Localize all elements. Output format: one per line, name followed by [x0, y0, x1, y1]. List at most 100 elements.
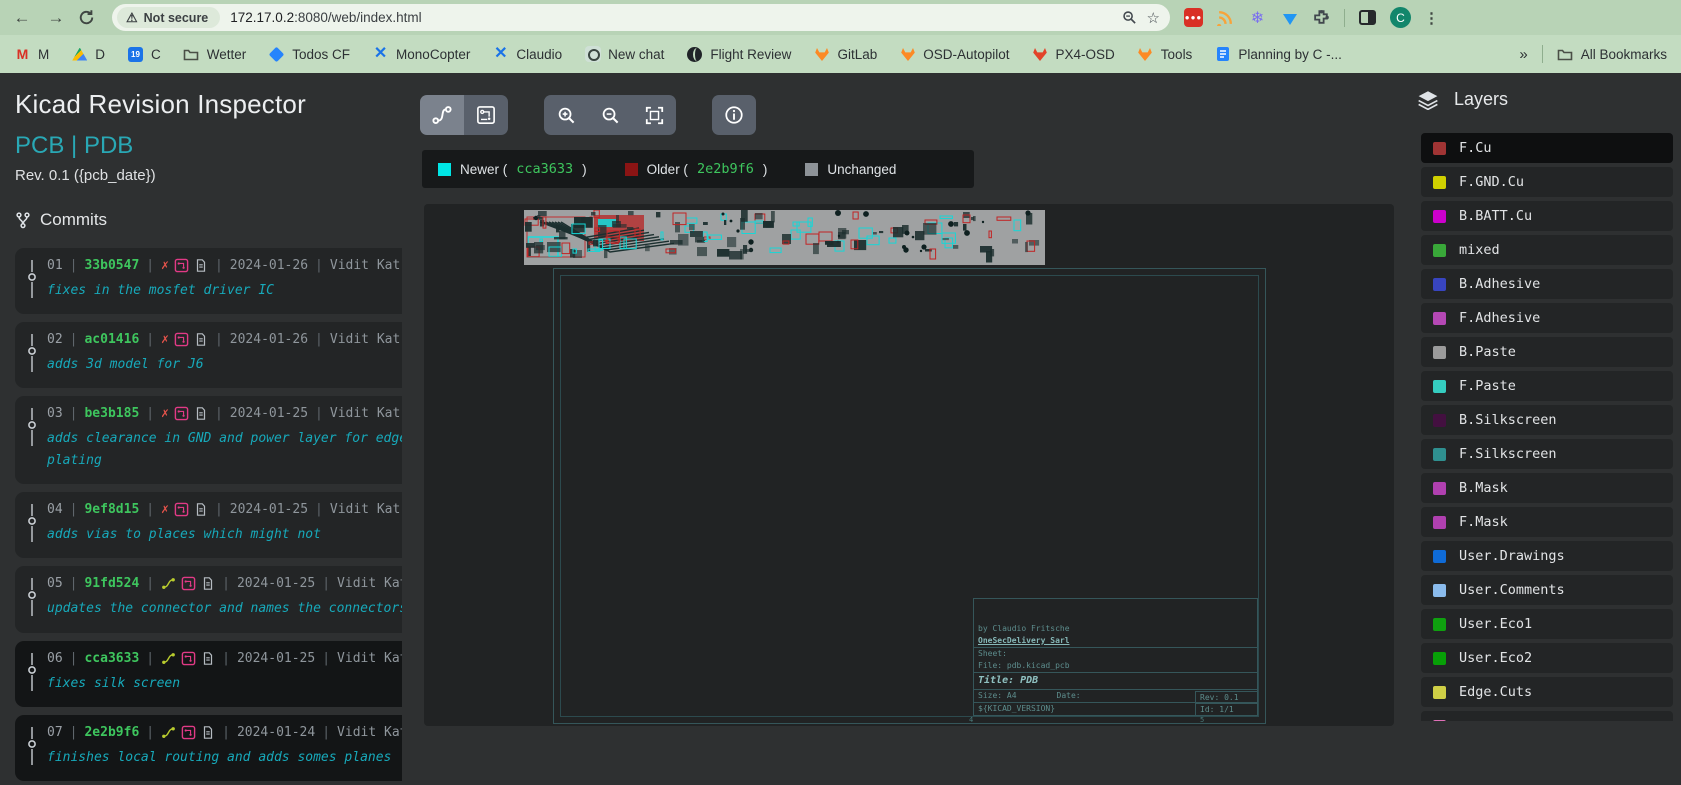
extensions-puzzle-icon[interactable] [1312, 8, 1331, 27]
drive-icon [71, 46, 88, 63]
diff-view-button[interactable] [420, 95, 464, 135]
zoom-in-button[interactable] [544, 95, 588, 135]
bookmarks-overflow-chevron[interactable]: » [1519, 46, 1527, 63]
pcb-render-icon[interactable] [181, 576, 196, 591]
diff-document-icon[interactable] [194, 332, 208, 347]
reload-icon[interactable] [78, 9, 102, 26]
pcb-render-icon[interactable] [181, 651, 196, 666]
security-badge[interactable]: ⚠ Not secure [117, 7, 220, 28]
bookmark-px4-osd[interactable]: PX4-OSD [1032, 46, 1115, 63]
commit-hash-link[interactable]: ac01416 [84, 332, 139, 347]
zoom-out-button[interactable] [588, 95, 632, 135]
commit-hash-link[interactable]: 9ef8d15 [84, 502, 139, 517]
commit-hash-link[interactable]: 2e2b9f6 [84, 725, 139, 740]
bookmark-monocopter[interactable]: ✕MonoCopter [372, 46, 470, 63]
bookmark-calendar[interactable]: 19C [127, 46, 161, 63]
layer-row[interactable]: F.Mask [1421, 507, 1673, 537]
layer-row[interactable]: Edge.Cuts [1421, 677, 1673, 707]
pcb-link[interactable]: PCB [15, 132, 64, 159]
bookmark-drive[interactable]: D [71, 46, 105, 63]
layer-row[interactable]: B.Adhesive [1421, 269, 1673, 299]
commit-card[interactable]: 05 | 91fd524 | ✗ | 2024-01-25 [15, 566, 402, 632]
diff-document-icon[interactable] [194, 406, 208, 421]
back-icon[interactable]: ← [10, 8, 34, 28]
bookmark-gmail[interactable]: MM [14, 46, 49, 63]
bookmark-todos-cf[interactable]: Todos CF [268, 46, 350, 63]
bookmark-tools[interactable]: Tools [1137, 46, 1193, 63]
forward-icon[interactable]: → [44, 8, 68, 28]
diff-document-icon[interactable] [201, 651, 215, 666]
layer-row[interactable]: User.Drawings [1421, 541, 1673, 571]
password-manager-icon[interactable]: ●●● [1184, 8, 1203, 27]
layer-row[interactable]: User.Eco2 [1421, 643, 1673, 673]
pcb-render-icon[interactable] [174, 406, 189, 421]
commit-card[interactable]: 04 | 9ef8d15 | ✗ | 2024-01-25 [15, 492, 402, 558]
bookmark-gitlab[interactable]: GitLab [813, 46, 877, 63]
commit-card[interactable]: 02 | ac01416 | ✗ | 2024-01-26 [15, 322, 402, 388]
commit-card[interactable]: 01 | 33b0547 | ✗ | 2024-01-26 [15, 248, 402, 314]
diff-document-icon[interactable] [201, 725, 215, 740]
layer-row[interactable]: F.Silkscreen [1421, 439, 1673, 469]
bookmark-planning[interactable]: Planning by C -... [1214, 46, 1342, 63]
commit-hash-link[interactable]: 33b0547 [84, 258, 139, 273]
bookmark-new-chat[interactable]: New chat [584, 46, 664, 63]
commit-hash-link[interactable]: cca3633 [84, 651, 139, 666]
commit-meta: 02 | ac01416 | ✗ | 2024-01-26 [47, 332, 402, 347]
bookmark-wetter[interactable]: Wetter [183, 46, 247, 63]
gitlab-icon [813, 46, 830, 63]
url-bar[interactable]: ⚠ Not secure 172.17.0.2:8080/web/index.h… [112, 4, 1170, 31]
browser-menu-icon[interactable]: ⋮ [1424, 9, 1439, 27]
info-button[interactable] [712, 95, 756, 135]
kicad-sheet-frame: by Claudio Fritsche OneSecDelivery Sarl … [553, 268, 1266, 724]
layer-row[interactable]: B.Paste [1421, 337, 1673, 367]
layer-row[interactable]: F.Adhesive [1421, 303, 1673, 333]
meta-separator: | [70, 725, 78, 740]
diff-document-icon[interactable] [201, 576, 215, 591]
board-view-button[interactable] [464, 95, 508, 135]
commit-hash-link[interactable]: be3b185 [84, 406, 139, 421]
profile-avatar[interactable]: C [1390, 7, 1411, 28]
commit-meta: 07 | 2e2b9f6 | ✗ | 2024-01-24 [47, 725, 402, 740]
meta-separator: | [146, 406, 154, 421]
pcb-render-icon[interactable] [174, 502, 189, 517]
pcb-render-icon[interactable] [174, 258, 189, 273]
layer-row[interactable]: B.BATT.Cu [1421, 201, 1673, 231]
zoom-fit-button[interactable] [632, 95, 676, 135]
layer-row[interactable]: User.Comments [1421, 575, 1673, 605]
bookmark-flight-review[interactable]: Flight Review [686, 46, 791, 63]
bookmark-claudio[interactable]: ✕Claudio [492, 46, 562, 63]
commit-card[interactable]: 06 | cca3633 | ✗ | 2024-01-25 [15, 641, 402, 707]
security-badge-label: Not secure [144, 11, 209, 25]
rss-icon[interactable] [1216, 8, 1235, 27]
layer-row[interactable] [1421, 711, 1673, 721]
commit-message: adds vias to places which might not [47, 524, 402, 546]
pcb-canvas[interactable]: by Claudio Fritsche OneSecDelivery Sarl … [424, 204, 1394, 726]
side-panel-icon[interactable] [1358, 8, 1377, 27]
commit-card[interactable]: 07 | 2e2b9f6 | ✗ | 2024-01-24 [15, 715, 402, 781]
all-bookmarks-button[interactable]: All Bookmarks [1557, 46, 1667, 63]
layers-heading: Layers [1417, 89, 1508, 110]
commit-node-icon [25, 725, 39, 769]
layer-row[interactable]: F.Paste [1421, 371, 1673, 401]
layer-row[interactable]: User.Eco1 [1421, 609, 1673, 639]
commit-date: 2024-01-26 [230, 332, 308, 347]
layer-row[interactable]: F.Cu [1421, 133, 1673, 163]
gem-extension-icon[interactable] [1280, 8, 1299, 27]
bookmark-osd-autopilot[interactable]: OSD-Autopilot [899, 46, 1009, 63]
commit-card[interactable]: 03 | be3b185 | ✗ | 2024-01-25 [15, 396, 402, 484]
pcb-render-icon[interactable] [174, 332, 189, 347]
gitlab-icon [1137, 46, 1154, 63]
snowflake-extension-icon[interactable]: ❄ [1248, 8, 1267, 27]
bookmark-star-icon[interactable]: ☆ [1147, 9, 1160, 27]
layer-row[interactable]: F.GND.Cu [1421, 167, 1673, 197]
layer-row[interactable]: mixed [1421, 235, 1673, 265]
diff-document-icon[interactable] [194, 502, 208, 517]
layer-row[interactable]: B.Silkscreen [1421, 405, 1673, 435]
pdb-link[interactable]: PDB [84, 132, 133, 159]
meta-separator: | [146, 576, 154, 591]
layer-row[interactable]: B.Mask [1421, 473, 1673, 503]
pcb-render-icon[interactable] [181, 725, 196, 740]
diff-document-icon[interactable] [194, 258, 208, 273]
commit-hash-link[interactable]: 91fd524 [84, 576, 139, 591]
zoom-page-icon[interactable] [1122, 10, 1137, 25]
